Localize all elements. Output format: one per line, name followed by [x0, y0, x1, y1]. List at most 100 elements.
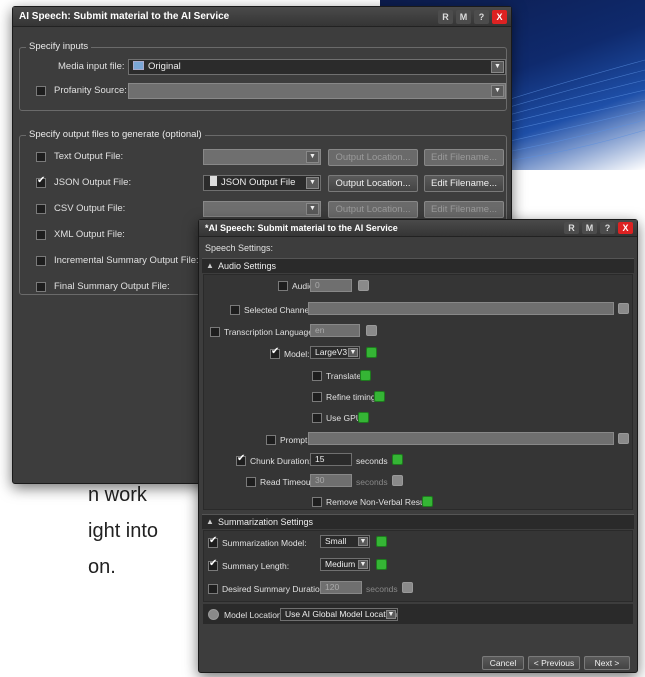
selected-channels-field[interactable] — [308, 302, 614, 315]
incremental-summary-checkbox[interactable] — [36, 256, 46, 266]
summarization-model-indicator[interactable] — [376, 536, 387, 547]
csv-output-label: CSV Output File: — [54, 203, 126, 214]
desired-duration-spinner[interactable]: 120 — [320, 581, 362, 594]
summary-length-checkbox[interactable] — [208, 558, 218, 571]
profanity-checkbox[interactable] — [36, 86, 46, 96]
background-text-line-3: on. — [88, 556, 116, 578]
close-button[interactable]: X — [618, 222, 633, 234]
text-output-select[interactable]: ▼ — [203, 149, 321, 165]
csv-output-location-button[interactable]: Output Location... — [328, 201, 418, 218]
help-button[interactable]: ? — [474, 10, 489, 24]
film-icon — [133, 61, 144, 70]
r-button[interactable]: R — [564, 222, 579, 234]
selected-channels-checkbox[interactable] — [230, 305, 240, 315]
chunk-duration-value: 15 — [315, 454, 325, 464]
summary-length-select[interactable]: Medium ▼ — [320, 558, 370, 571]
remove-nonverbal-indicator[interactable] — [422, 496, 433, 507]
prompt-field[interactable] — [308, 432, 614, 445]
chevron-down-icon[interactable]: ▼ — [358, 560, 368, 569]
m-button[interactable]: M — [582, 222, 597, 234]
window-title: AI Speech: Submit material to the AI Ser… — [19, 11, 230, 22]
media-input-label: Media input file: — [58, 61, 125, 72]
read-timeout-spinner[interactable]: 30 — [310, 474, 352, 487]
audio-track-spinner[interactable]: 0 — [310, 279, 352, 292]
desired-duration-checkbox[interactable] — [208, 584, 218, 594]
summarization-model-checkbox[interactable] — [208, 535, 218, 548]
profanity-select[interactable]: ▼ — [128, 83, 506, 99]
desired-duration-indicator[interactable] — [402, 582, 413, 593]
model-location-row: Model Location: Use AI Global Model Loca… — [203, 604, 633, 624]
prompt-indicator[interactable] — [618, 433, 629, 444]
model-location-expand-icon[interactable] — [208, 609, 219, 620]
model-indicator[interactable] — [366, 347, 377, 358]
csv-edit-filename-button[interactable]: Edit Filename... — [424, 201, 504, 218]
read-timeout-indicator[interactable] — [392, 475, 403, 486]
xml-output-checkbox[interactable] — [36, 230, 46, 240]
chevron-down-icon[interactable]: ▼ — [358, 537, 368, 546]
text-output-checkbox[interactable] — [36, 152, 46, 162]
json-output-select[interactable]: JSON Output File ▼ — [203, 175, 321, 191]
desired-duration-unit: seconds — [366, 584, 398, 594]
summary-length-indicator[interactable] — [376, 559, 387, 570]
summarization-model-label: Summarization Model: — [222, 538, 307, 548]
model-location-select[interactable]: Use AI Global Model Location ▼ — [280, 608, 398, 621]
translate-indicator[interactable] — [360, 370, 371, 381]
summarization-settings-panel: Summarization Model: Small ▼ Summary Leng… — [203, 530, 633, 602]
remove-nonverbal-checkbox[interactable] — [312, 497, 322, 507]
xml-output-label: XML Output File: — [54, 229, 125, 240]
selected-channels-label: Selected Channels: — [244, 305, 318, 315]
chevron-down-icon[interactable]: ▼ — [306, 203, 319, 215]
csv-output-select[interactable]: ▼ — [203, 201, 321, 217]
help-button[interactable]: ? — [600, 222, 615, 234]
summarization-settings-header[interactable]: ▲ Summarization Settings — [202, 514, 634, 529]
text-edit-filename-button[interactable]: Edit Filename... — [424, 149, 504, 166]
m-button[interactable]: M — [456, 10, 471, 24]
chevron-down-icon[interactable]: ▼ — [491, 61, 504, 73]
chevron-down-icon[interactable]: ▼ — [348, 348, 358, 357]
r-button[interactable]: R — [438, 10, 453, 24]
chevron-down-icon[interactable]: ▼ — [386, 610, 396, 619]
desired-duration-label: Desired Summary Duration: — [222, 584, 327, 594]
chevron-down-icon[interactable]: ▼ — [306, 177, 319, 189]
refine-timing-checkbox[interactable] — [312, 392, 322, 402]
json-edit-filename-button[interactable]: Edit Filename... — [424, 175, 504, 192]
profanity-label: Profanity Source: — [54, 85, 127, 96]
chevron-down-icon[interactable]: ▼ — [306, 151, 319, 163]
csv-output-checkbox[interactable] — [36, 204, 46, 214]
audio-settings-header[interactable]: ▲ Audio Settings — [202, 258, 634, 273]
chunk-duration-spinner[interactable]: 15 — [310, 453, 352, 466]
summarization-model-select[interactable]: Small ▼ — [320, 535, 370, 548]
title-bar: AI Speech: Submit material to the AI Ser… — [13, 7, 511, 27]
collapse-icon[interactable]: ▲ — [206, 262, 214, 270]
chunk-duration-checkbox[interactable] — [236, 453, 246, 466]
media-input-select[interactable]: Original ▼ — [128, 59, 506, 75]
inputs-group: Specify inputs Media input file: Origina… — [19, 41, 507, 111]
transcription-language-indicator[interactable] — [366, 325, 377, 336]
translate-checkbox[interactable] — [312, 371, 322, 381]
model-checkbox[interactable] — [270, 346, 280, 359]
audio-track-checkbox[interactable] — [278, 281, 288, 291]
previous-button[interactable]: < Previous — [528, 656, 580, 670]
json-output-location-button[interactable]: Output Location... — [328, 175, 418, 192]
chunk-duration-indicator[interactable] — [392, 454, 403, 465]
refine-timing-indicator[interactable] — [374, 391, 385, 402]
use-gpu-checkbox[interactable] — [312, 413, 322, 423]
collapse-icon[interactable]: ▲ — [206, 518, 214, 526]
close-button[interactable]: X — [492, 10, 507, 24]
audio-track-indicator[interactable] — [358, 280, 369, 291]
text-output-location-button[interactable]: Output Location... — [328, 149, 418, 166]
read-timeout-checkbox[interactable] — [246, 477, 256, 487]
audio-settings-panel: Audio Track: 0 Selected Channels: Transc… — [203, 274, 633, 510]
model-select[interactable]: LargeV3 ▼ — [310, 346, 360, 359]
use-gpu-indicator[interactable] — [358, 412, 369, 423]
transcription-language-checkbox[interactable] — [210, 327, 220, 337]
final-summary-checkbox[interactable] — [36, 282, 46, 292]
json-output-checkbox[interactable] — [36, 175, 46, 188]
chevron-down-icon[interactable]: ▼ — [491, 85, 504, 97]
cancel-button[interactable]: Cancel — [482, 656, 524, 670]
transcription-language-select[interactable]: en — [310, 324, 360, 337]
prompt-checkbox[interactable] — [266, 435, 276, 445]
next-button[interactable]: Next > — [584, 656, 630, 670]
selected-channels-indicator[interactable] — [618, 303, 629, 314]
summary-length-value: Medium — [325, 559, 356, 569]
